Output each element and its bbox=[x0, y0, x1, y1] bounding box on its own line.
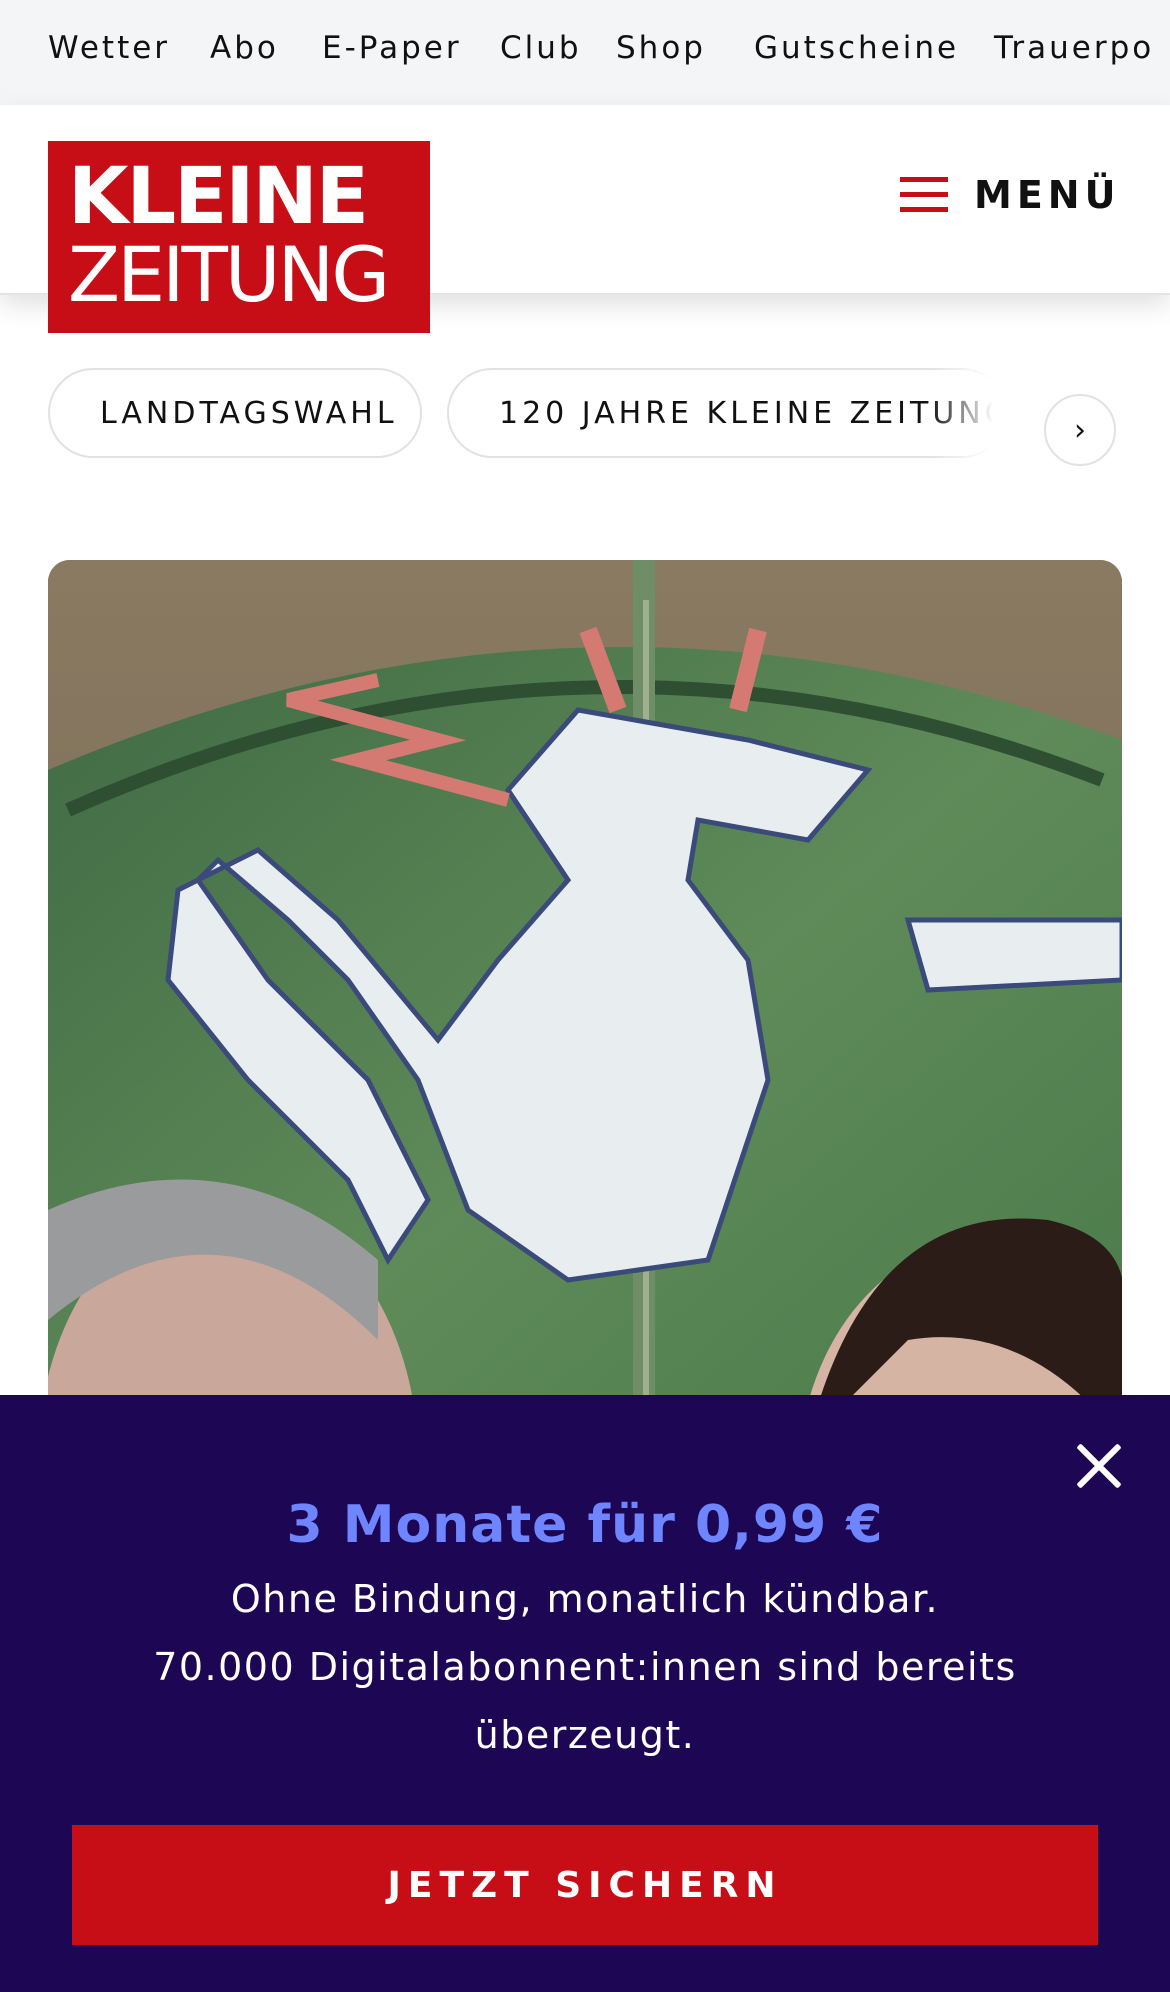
chevron-right-icon[interactable]: › bbox=[1044, 394, 1116, 466]
service-nav-item-trauerportal[interactable]: Trauerpo bbox=[994, 30, 1154, 66]
topic-chips: LANDTAGSWAHL 120 JAHRE KLEINE ZEITUNG bbox=[0, 368, 1170, 468]
chips-fade bbox=[930, 368, 1020, 468]
service-nav-item-shop[interactable]: Shop bbox=[616, 30, 706, 66]
logo-line-2: ZEITUNG bbox=[68, 230, 390, 319]
hamburger-icon bbox=[900, 177, 948, 213]
paywall-headline: 3 Monate für 0,99 € bbox=[286, 1495, 884, 1555]
service-nav-item-abo[interactable]: Abo bbox=[210, 30, 279, 66]
subscription-paywall: 3 Monate für 0,99 € Ohne Bindung, monatl… bbox=[0, 1395, 1170, 1992]
paywall-line-2: 70.000 Digitalabonnent:innen sind bereit… bbox=[153, 1645, 1017, 1689]
service-nav-item-club[interactable]: Club bbox=[500, 30, 582, 66]
paywall-line-3: überzeugt. bbox=[474, 1713, 696, 1757]
chip-120-jahre[interactable]: 120 JAHRE KLEINE ZEITUNG bbox=[447, 368, 1007, 458]
kleine-zeitung-logo[interactable]: KLEINE ZEITUNG bbox=[48, 141, 430, 333]
menu-label: MENÜ bbox=[974, 173, 1121, 217]
service-nav-item-gutscheine[interactable]: Gutscheine bbox=[754, 30, 959, 66]
paywall-line-1: Ohne Bindung, monatlich kündbar. bbox=[230, 1577, 940, 1621]
menu-button[interactable]: MENÜ bbox=[900, 165, 1120, 225]
chip-label: LANDTAGSWAHL bbox=[100, 395, 398, 431]
chip-landtagswahl[interactable]: LANDTAGSWAHL bbox=[48, 368, 422, 458]
site-header: KLEINE ZEITUNG MENÜ bbox=[0, 105, 1170, 333]
subscribe-button[interactable]: JETZT SICHERN bbox=[72, 1825, 1098, 1945]
service-nav-item-epaper[interactable]: E-Paper bbox=[322, 30, 462, 66]
subscribe-button-label: JETZT SICHERN bbox=[387, 1864, 783, 1906]
close-icon[interactable] bbox=[1070, 1437, 1128, 1495]
service-nav: Wetter Abo E-Paper Club Shop Gutscheine … bbox=[0, 0, 1170, 105]
service-nav-item-wetter[interactable]: Wetter bbox=[48, 30, 170, 66]
